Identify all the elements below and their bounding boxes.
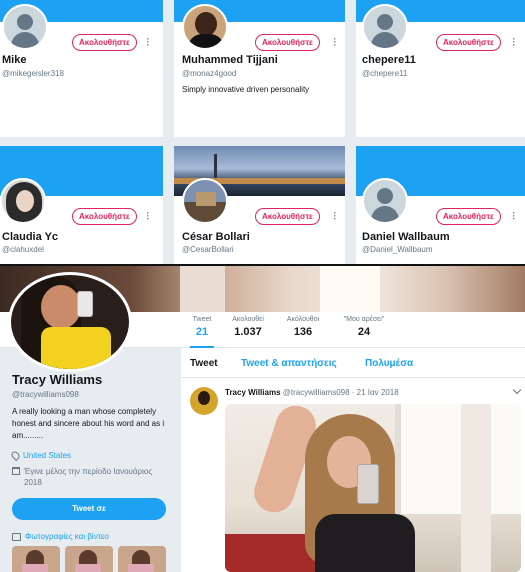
timeline-tabs: Tweet Tweet & απαντήσεις Πολυμέσα [181, 348, 525, 378]
profile-card-daniel[interactable]: Ακολουθήστε · · · Daniel Wallbaum @Daniel_… [356, 146, 525, 264]
follow-button[interactable]: Ακολουθήστε [436, 208, 501, 225]
profile-handle[interactable]: @tracywilliams098 [12, 390, 79, 399]
photos-videos-link[interactable]: Φωτογραφίες και βίντεο [12, 532, 109, 541]
profile-card-claudia[interactable]: Ακολουθήστε · · · Claudia Yc @clahuxdel [0, 146, 163, 264]
tab-media[interactable]: Πολυμέσα [365, 358, 413, 369]
card-handle[interactable]: @monaz4good [182, 69, 236, 78]
more-icon[interactable]: · · · [145, 209, 151, 224]
card-name[interactable]: César Bollari [182, 231, 250, 243]
more-icon[interactable]: · · · [332, 209, 338, 224]
card-handle[interactable]: @CesarBollari [182, 245, 234, 254]
profile-photo-avatar[interactable] [0, 178, 46, 224]
follow-button[interactable]: Ακολουθήστε [72, 208, 137, 225]
profile-card-muhammed[interactable]: Ακολουθήστε · · · Muhammed Tijjani @monaz4… [174, 0, 345, 137]
tweet-header: Tracy Williams @tracywilliams098 · 21 Ια… [225, 388, 399, 397]
card-bio: Simply innovative driven personality [182, 85, 310, 94]
profile-avatar[interactable] [8, 272, 132, 372]
stat-following[interactable]: Ακολουθεί 1.037 [228, 316, 268, 338]
follow-button[interactable]: Ακολουθήστε [72, 34, 137, 51]
card-name[interactable]: chepere11 [362, 54, 416, 66]
profile-card-cesar[interactable]: Ακολουθήστε · · · César Bollari @CesarBoll… [174, 146, 345, 264]
card-name[interactable]: Mike [2, 54, 26, 66]
stat-value: 136 [293, 326, 313, 338]
profile-name[interactable]: Tracy Williams [12, 372, 102, 387]
follow-button[interactable]: Ακολουθήστε [436, 34, 501, 51]
default-avatar-icon[interactable] [362, 178, 408, 224]
follow-button[interactable]: Ακολουθήστε [255, 208, 320, 225]
calendar-icon [12, 467, 20, 475]
joined-text: Έγινε μέλος την περίοδο Ιανουάριος 2018 [24, 467, 153, 487]
tweet-photo[interactable] [225, 404, 521, 572]
card-name[interactable]: Daniel Wallbaum [362, 231, 450, 243]
stat-likes[interactable]: "Μου αρέσει" 24 [338, 316, 390, 338]
card-handle[interactable]: @mikegeisler318 [2, 69, 64, 78]
photo-icon [12, 532, 21, 541]
location-pin-icon [9, 449, 22, 462]
tab-tweets-replies[interactable]: Tweet & απαντήσεις [241, 358, 337, 369]
follow-button[interactable]: Ακολουθήστε [255, 34, 320, 51]
tab-tweets[interactable]: Tweet [190, 358, 218, 369]
stat-label: Tweet [192, 316, 212, 323]
profile-photo-avatar[interactable] [182, 178, 228, 224]
more-icon[interactable]: · · · [145, 35, 151, 50]
card-name[interactable]: Claudia Yc [2, 231, 58, 243]
more-icon[interactable]: · · · [511, 209, 517, 224]
stat-value: 1.037 [234, 326, 262, 338]
profile-joined: Έγινε μέλος την περίοδο Ιανουάριος 2018 [12, 466, 162, 488]
stat-label: "Μου αρέσει" [343, 316, 385, 323]
default-avatar-icon[interactable] [2, 4, 48, 50]
media-thumbnail[interactable] [12, 546, 60, 572]
media-link-text[interactable]: Φωτογραφίες και βίντεο [25, 532, 109, 541]
profile-photo-avatar[interactable] [182, 4, 228, 50]
profile-page: Tweet 21 Ακολουθεί 1.037 Ακόλουθοι 136 "… [0, 266, 525, 572]
profile-location[interactable]: United States [9, 449, 71, 462]
tweet-author-name[interactable]: Tracy Williams [225, 388, 281, 397]
stat-followers[interactable]: Ακόλουθοι 136 [283, 316, 323, 338]
timeline: Tweet Tweet & απαντήσεις Πολυμέσα Tracy … [181, 348, 525, 572]
default-avatar-icon[interactable] [362, 4, 408, 50]
stat-label: Ακολουθεί [232, 316, 264, 323]
tweet-author-avatar[interactable] [190, 387, 218, 415]
card-handle[interactable]: @chepere11 [362, 69, 407, 78]
media-thumbnail[interactable] [118, 546, 166, 572]
profile-bio: A really looking a man whose completely … [12, 407, 165, 440]
stat-value: 24 [357, 326, 371, 338]
stat-value: 21 [195, 326, 209, 338]
more-icon[interactable]: · · · [332, 35, 338, 50]
card-name[interactable]: Muhammed Tijjani [182, 54, 278, 66]
stat-tweets[interactable]: Tweet 21 [190, 316, 214, 349]
tweet-date[interactable]: · 21 Ιαν 2018 [352, 388, 399, 397]
card-handle[interactable]: @Daniel_Wallbaum [362, 245, 433, 254]
profile-card-chepere11[interactable]: Ακολουθήστε · · · chepere11 @chepere11 [356, 0, 525, 137]
stat-label: Ακόλουθοι [286, 316, 320, 323]
card-handle[interactable]: @clahuxdel [2, 245, 44, 254]
chevron-down-icon[interactable] [512, 385, 522, 395]
tweet-author-handle[interactable]: @tracywilliams098 [283, 388, 350, 397]
profile-card-mike[interactable]: Ακολουθήστε · · · Mike @mikegeisler318 [0, 0, 163, 137]
tweet-to-button[interactable]: Tweet σε [12, 498, 166, 520]
location-text[interactable]: United States [23, 451, 71, 460]
more-icon[interactable]: · · · [511, 35, 517, 50]
media-thumbnail[interactable] [65, 546, 113, 572]
